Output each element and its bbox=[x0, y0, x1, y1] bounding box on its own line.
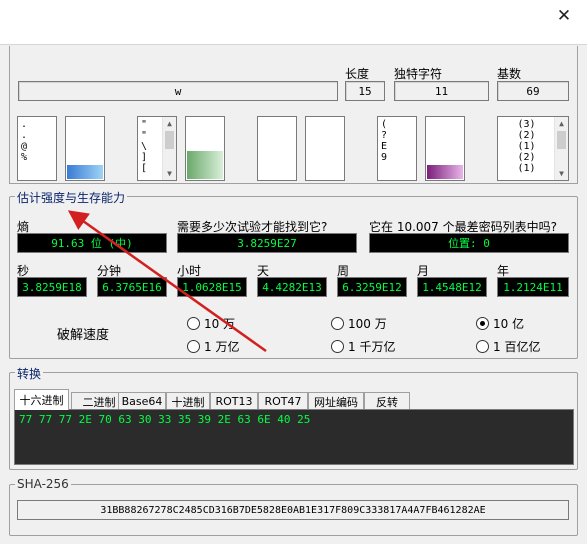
tab-rot47[interactable]: ROT47 bbox=[258, 392, 308, 410]
tab-hex[interactable]: 十六进制 bbox=[14, 389, 69, 410]
sha-value[interactable]: 31BB88267278C2485CD316B7DE5828E0AB1E317F… bbox=[17, 500, 569, 520]
tab-decimal[interactable]: 十进制 bbox=[166, 392, 210, 410]
convert-tabs: 十六进制 二进制 Base64 十进制 ROT13 ROT47 网址编码 反转 bbox=[14, 389, 574, 410]
tab-base64[interactable]: Base64 bbox=[118, 392, 166, 410]
tab-reverse[interactable]: 反转 bbox=[364, 392, 410, 410]
tab-urlencode[interactable]: 网址编码 bbox=[308, 392, 364, 410]
tab-rot13[interactable]: ROT13 bbox=[210, 392, 258, 410]
convert-group-title: 转换 bbox=[15, 365, 44, 382]
sha-group-title: SHA-256 bbox=[15, 477, 71, 491]
convert-output[interactable]: 77 77 77 2E 70 63 30 33 35 39 2E 63 6E 4… bbox=[14, 409, 574, 465]
